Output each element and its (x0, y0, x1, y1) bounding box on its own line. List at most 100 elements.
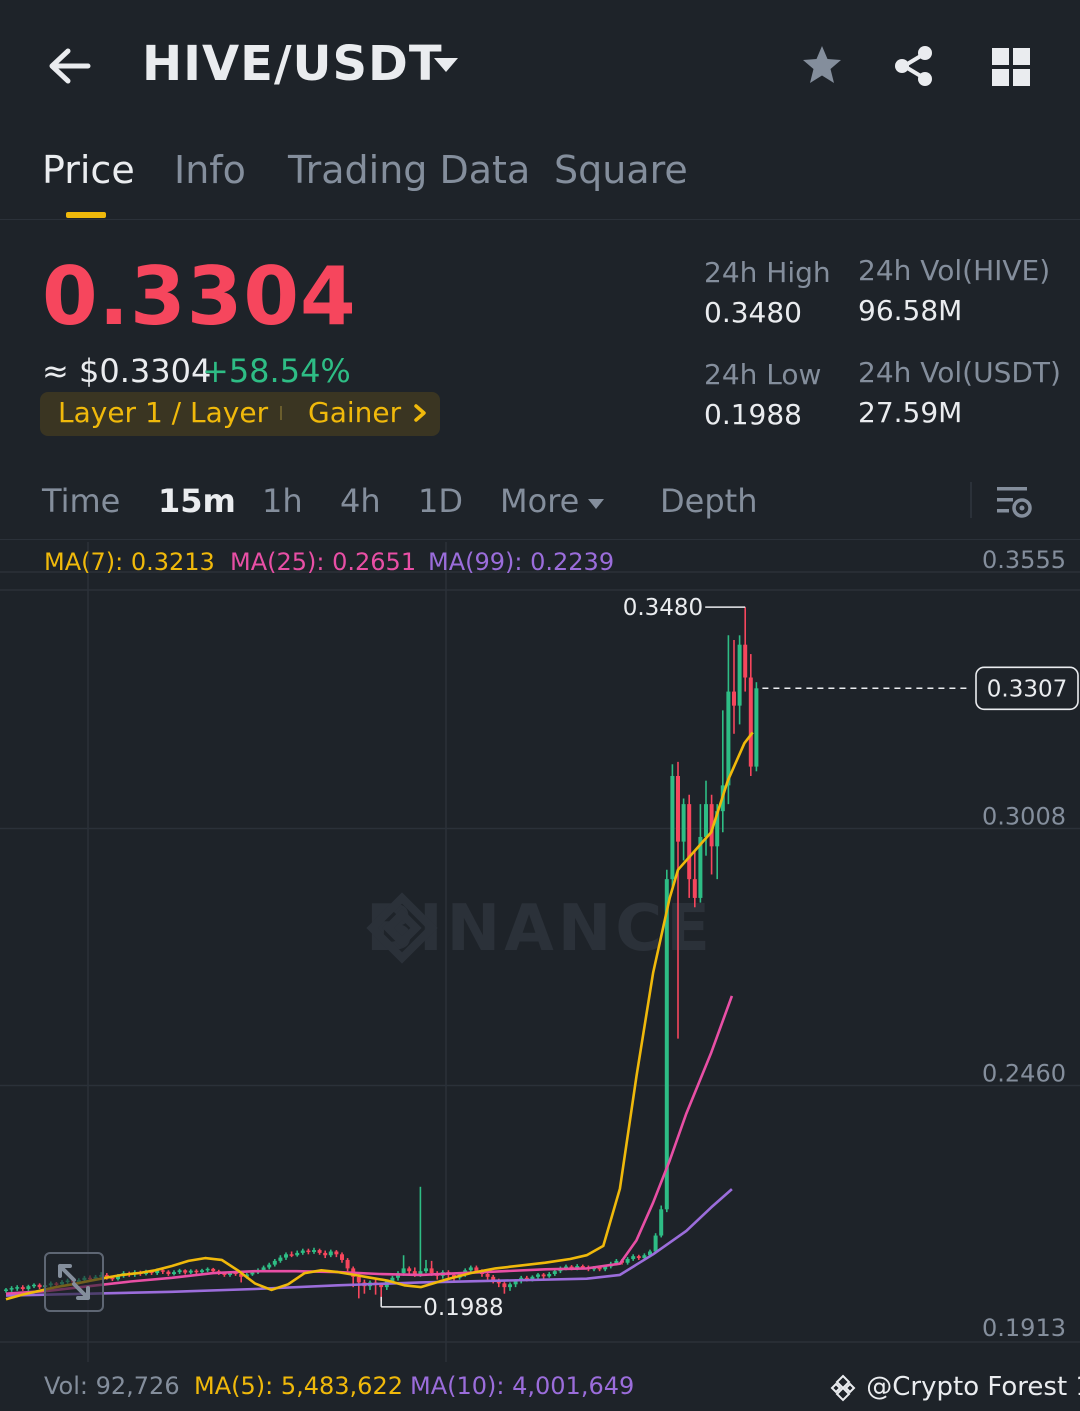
tab-trading-data[interactable]: Trading Data (288, 148, 530, 192)
vol-usdt-value: 27.59M (858, 396, 963, 429)
candle-body (250, 1272, 255, 1275)
ma25-line (5, 995, 734, 1295)
tab-square[interactable]: Square (554, 148, 688, 192)
interval-more[interactable]: More (500, 482, 579, 520)
candle-body (166, 1271, 171, 1275)
high-marker-label: 0.3480 (623, 595, 703, 621)
candle-body (508, 1284, 512, 1288)
interval-1h[interactable]: 1h (262, 482, 303, 520)
category-tags[interactable]: Layer 1 / Layer Gainer (40, 392, 440, 436)
expand-icon (58, 1264, 90, 1300)
fullscreen-button[interactable] (44, 1252, 104, 1312)
candle-body (631, 1256, 636, 1259)
candle-body (468, 1267, 473, 1271)
vol-ma5: MA(5): 5,483,622 (194, 1372, 403, 1400)
top-bar: HIVE/USDT (0, 0, 1080, 130)
tab-price[interactable]: Price (42, 148, 135, 192)
interval-divider (970, 482, 972, 518)
chevron-down-icon[interactable] (430, 52, 462, 80)
ma99-line (5, 1188, 733, 1297)
candle-body (284, 1254, 288, 1258)
current-price-label: 0.3307 (987, 676, 1067, 702)
candle-body (659, 1209, 664, 1236)
candle-body (312, 1250, 316, 1252)
candle-body (295, 1252, 300, 1256)
low-value: 0.1988 (704, 398, 802, 431)
binance-logo-icon (830, 1374, 856, 1401)
pair-title[interactable]: HIVE/USDT (142, 36, 443, 92)
share-icon[interactable] (890, 42, 938, 90)
candle-body (726, 691, 731, 786)
interval-4h[interactable]: 4h (340, 482, 381, 520)
low-label: 24h Low (704, 358, 822, 391)
candle-body (194, 1270, 199, 1273)
low-marker-label: 0.1988 (423, 1295, 503, 1321)
candle-body (188, 1270, 193, 1273)
candle-body (407, 1268, 412, 1272)
candle-body (272, 1260, 277, 1265)
candle-body (737, 644, 742, 706)
caret-down-icon[interactable] (586, 496, 606, 510)
candle-body (670, 775, 675, 880)
tab-info[interactable]: Info (174, 148, 246, 192)
y-tick-label: 0.3008 (982, 803, 1066, 831)
vol-hive-label: 24h Vol(HIVE) (858, 254, 1051, 287)
candle-body (205, 1268, 210, 1271)
candle-body (653, 1235, 658, 1252)
candle-body (664, 879, 669, 1210)
candle-body (681, 804, 686, 842)
candle-body (676, 775, 680, 842)
candle-body (37, 1284, 42, 1288)
high-value: 0.3480 (704, 296, 802, 329)
tag-divider (280, 406, 282, 420)
candle-body (4, 1289, 8, 1291)
ma99-label: MA(99): 0.2239 (428, 548, 615, 576)
price-usd: ≈ $0.3304 (42, 352, 212, 390)
candle-body (26, 1286, 31, 1290)
credit-text: @Crypto Forest 15 (866, 1372, 1080, 1402)
candle-body (278, 1257, 283, 1261)
y-tick-label: 0.3555 (982, 546, 1066, 574)
candle-body (536, 1274, 540, 1277)
candle-body (177, 1270, 182, 1273)
candle-body (200, 1270, 204, 1273)
high-label: 24h High (704, 256, 831, 289)
candle-body (401, 1268, 406, 1274)
candle-body (541, 1274, 546, 1277)
grid-icon[interactable] (988, 44, 1034, 90)
tag-gainer[interactable]: Gainer (308, 396, 401, 429)
candle-body (183, 1270, 188, 1273)
chevron-right-icon[interactable] (410, 400, 430, 426)
tag-category[interactable]: Layer 1 / Layer (58, 396, 268, 429)
ma7-line (5, 731, 754, 1301)
candle-body (485, 1274, 490, 1277)
vol-ma10: MA(10): 4,001,649 (410, 1372, 635, 1400)
y-tick-label: 0.2460 (982, 1059, 1066, 1087)
candle-body (704, 804, 708, 837)
candle-body (160, 1270, 165, 1272)
star-icon[interactable] (798, 42, 846, 90)
watermark-credit: @Crypto Forest 15 (828, 1372, 1080, 1403)
depth-tab[interactable]: Depth (660, 482, 757, 520)
candle-body (687, 804, 692, 880)
interval-bar: Time 15m 1h 4h 1D More Depth (0, 470, 1080, 540)
candle-body (340, 1254, 344, 1260)
chart-settings-icon[interactable] (994, 482, 1034, 522)
ma7-label: MA(7): 0.3213 (44, 548, 215, 576)
candle-body (356, 1276, 361, 1283)
candle-body (323, 1252, 328, 1256)
interval-1d[interactable]: 1D (418, 482, 463, 520)
candle-body (547, 1274, 552, 1277)
interval-15m[interactable]: 15m (158, 482, 236, 520)
price-chart[interactable]: 0.35550.30080.24600.1913BINANCE0.34800.1… (0, 542, 1080, 1362)
candle-body (15, 1287, 20, 1289)
back-arrow-icon[interactable] (44, 40, 96, 92)
vol-value: Vol: 92,726 (44, 1372, 180, 1400)
candle-body (334, 1251, 339, 1255)
vol-hive-value: 96.58M (858, 294, 963, 327)
interval-time[interactable]: Time (42, 482, 120, 520)
candle-body (300, 1250, 305, 1253)
candle-body (732, 691, 736, 706)
candle-body (636, 1256, 641, 1259)
candle-body (345, 1259, 350, 1269)
